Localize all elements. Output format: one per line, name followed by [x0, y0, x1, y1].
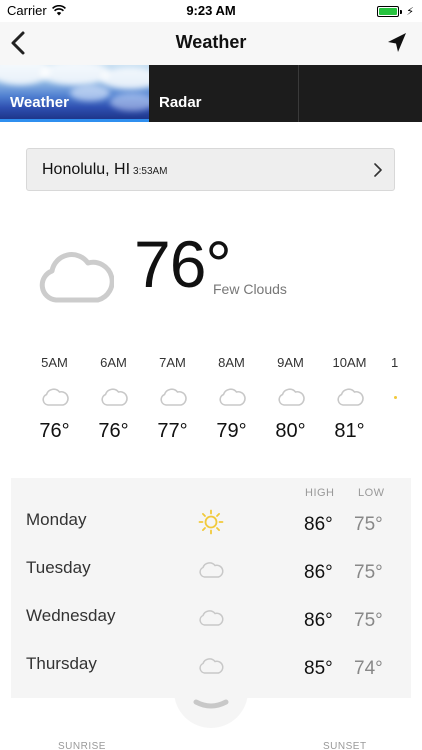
cloud-icon	[159, 388, 187, 406]
cloud-icon	[218, 388, 246, 406]
chevron-right-icon	[374, 163, 382, 177]
daily-row: Monday 86° 75°	[26, 509, 383, 535]
cloud-icon	[336, 388, 364, 406]
tab-radar[interactable]: Radar	[159, 94, 202, 111]
hourly-item-partial: 1	[391, 355, 399, 370]
hourly-item: 6AM 76°	[98, 355, 129, 442]
low-column-header: LOW	[358, 487, 385, 499]
daily-row: Wednesday 86° 75°	[26, 606, 383, 631]
status-bar: Carrier 9:23 AM ⚡	[0, 0, 422, 22]
navigation-bar: Weather	[0, 22, 422, 65]
cloud-icon	[199, 562, 224, 578]
charging-icon: ⚡	[406, 6, 414, 18]
segment-tabs: Weather Radar	[0, 65, 422, 122]
location-selector[interactable]: Honolulu, HI 3:53AM	[26, 148, 395, 191]
hourly-item: 5AM 76°	[39, 355, 70, 442]
battery-group: ⚡	[377, 5, 414, 18]
hourly-item: 7AM 77°	[157, 355, 188, 442]
high-column-header: HIGH	[305, 487, 335, 499]
status-time: 9:23 AM	[186, 3, 236, 18]
location-name: Honolulu, HI	[42, 161, 131, 178]
expand-handle[interactable]	[174, 688, 248, 728]
sun-icon	[198, 509, 224, 535]
sun-icon-partial	[394, 396, 397, 399]
cloud-icon	[41, 388, 69, 406]
active-tab-indicator	[0, 119, 149, 122]
sunrise-label: SUNRISE	[58, 741, 106, 750]
hourly-item: 8AM 79°	[216, 355, 247, 442]
tab-weather[interactable]: Weather	[10, 94, 69, 111]
page-title: Weather	[175, 32, 247, 52]
daily-forecast: HIGH LOW Monday 86° 75° Tuesday 86° 75° …	[11, 478, 411, 698]
daily-row: Thursday 85° 74°	[26, 654, 383, 679]
hourly-item: 10AM 81°	[332, 355, 367, 442]
cloud-icon	[277, 388, 305, 406]
cloud-icon	[100, 388, 128, 406]
location-local-time: 3:53AM	[133, 166, 168, 177]
cloud-icon	[199, 610, 224, 626]
location-arrow-icon[interactable]	[386, 31, 408, 55]
sunset-label: SUNSET	[323, 741, 367, 750]
hourly-forecast: 5AM 76° 6AM 76° 7AM 77° 8AM 79° 9AM 80° …	[0, 355, 422, 455]
daily-row: Tuesday 86° 75°	[26, 558, 383, 583]
hourly-item: 9AM 80°	[275, 355, 306, 442]
current-condition: Few Clouds	[213, 281, 287, 297]
chevron-down-icon	[193, 699, 229, 709]
battery-icon	[377, 6, 400, 17]
cloud-icon	[199, 658, 224, 674]
current-cloud-icon	[39, 252, 114, 303]
